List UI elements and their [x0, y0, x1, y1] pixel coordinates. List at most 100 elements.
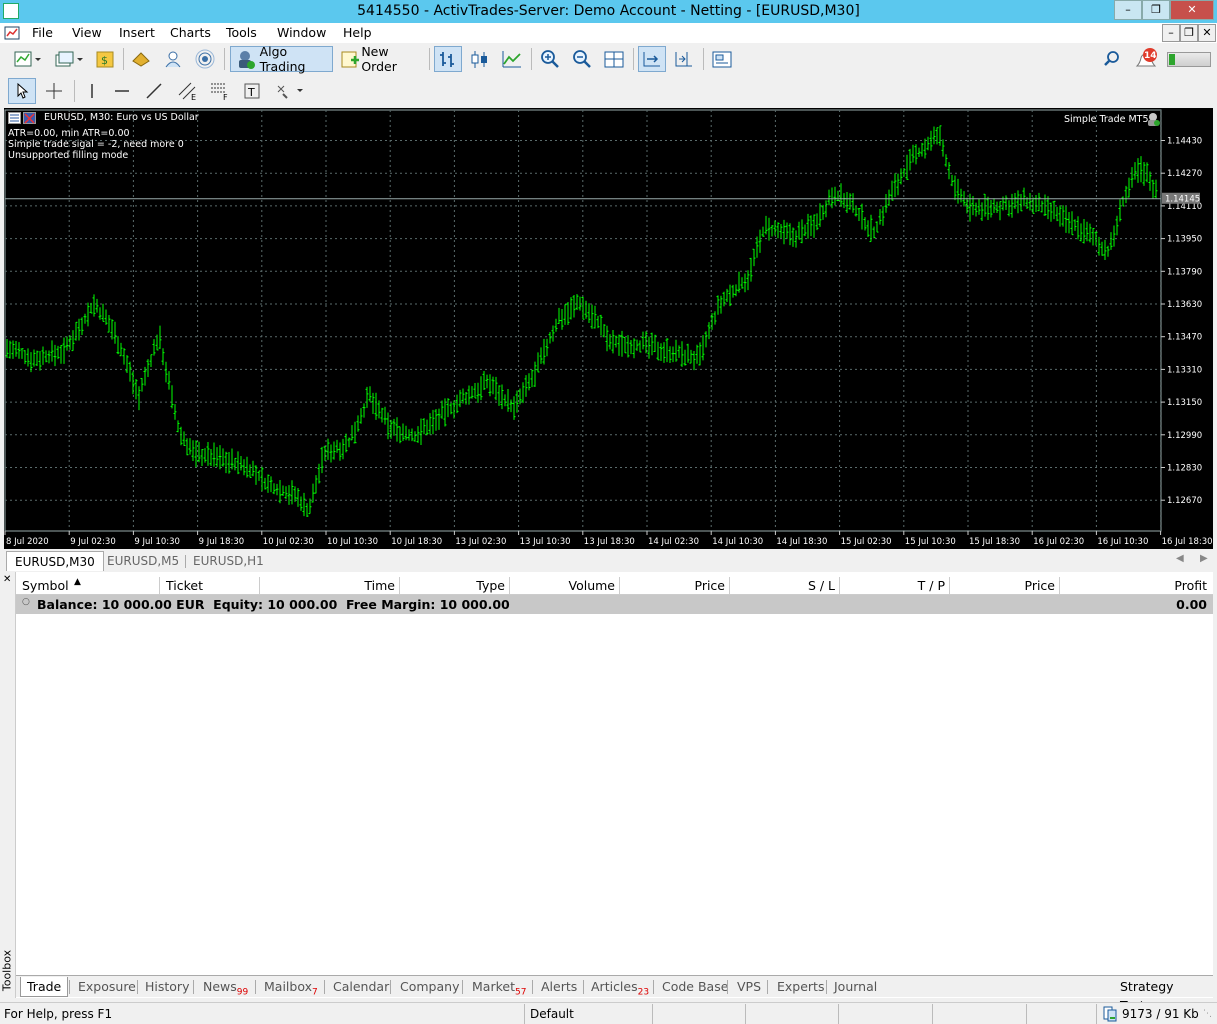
- chart-tab-eurusd-h1[interactable]: EURUSD,H1: [185, 551, 272, 571]
- new-order-button[interactable]: New Order: [336, 44, 424, 74]
- child-minimize-button[interactable]: –: [1162, 24, 1180, 42]
- connection-status-icon[interactable]: [1102, 1006, 1118, 1022]
- window-title: 5414550 - ActivTrades-Server: Demo Accou…: [357, 3, 860, 19]
- menu-help[interactable]: Help: [343, 25, 372, 40]
- zoom-out-button[interactable]: [568, 46, 596, 72]
- col-take-profit[interactable]: T / P: [918, 578, 945, 595]
- trend-line-tool[interactable]: [142, 78, 166, 104]
- signals-button[interactable]: [192, 46, 218, 72]
- tab-trade[interactable]: Trade: [20, 977, 69, 997]
- col-price[interactable]: Price: [695, 578, 726, 595]
- menu-tools[interactable]: Tools: [226, 25, 257, 40]
- line-chart-icon: [502, 51, 521, 68]
- chart-shift-button[interactable]: [670, 46, 698, 72]
- col-ticket[interactable]: Ticket: [166, 578, 203, 595]
- vertical-line-tool[interactable]: [80, 78, 104, 104]
- tab-label: VPS: [737, 979, 762, 994]
- close-button[interactable]: ✕: [1170, 0, 1214, 20]
- tab-journal[interactable]: Journal: [834, 977, 877, 997]
- text-tool[interactable]: T: [240, 78, 264, 104]
- column-separator: [509, 577, 510, 595]
- zoom-in-button[interactable]: [536, 46, 564, 72]
- cursor-tool[interactable]: [8, 78, 36, 104]
- line-chart-button[interactable]: [498, 46, 526, 72]
- market-watch-button[interactable]: $: [92, 46, 118, 72]
- tab-separator: [255, 980, 256, 994]
- navigator-button[interactable]: [160, 46, 186, 72]
- balance-row[interactable]: ○ Balance: 10 000.00 EUR Equity: 10 000.…: [16, 595, 1213, 614]
- auto-scroll-button[interactable]: [638, 46, 666, 72]
- child-restore-button[interactable]: ❐: [1180, 24, 1198, 42]
- trade-panel: Symbol ▲ Ticket Time Type Volume Price S…: [16, 572, 1213, 998]
- minimize-button[interactable]: –: [1114, 0, 1142, 20]
- crosshair-tool[interactable]: [40, 78, 68, 104]
- col-stop-loss[interactable]: S / L: [808, 578, 835, 595]
- strategy-tester-button[interactable]: Strategy Tester: [1120, 977, 1213, 1013]
- tabs-scroll-left-icon[interactable]: ◀: [1176, 553, 1184, 564]
- chart-tab-eurusd-m30[interactable]: EURUSD,M30: [6, 551, 104, 571]
- tab-mailbox[interactable]: Mailbox7: [264, 977, 318, 998]
- bar-chart-icon: [440, 52, 454, 67]
- time-tick-label: 16 Jul 18:30: [1162, 537, 1213, 547]
- col-profit[interactable]: Profit: [1174, 578, 1207, 595]
- child-close-button[interactable]: ✕: [1198, 24, 1216, 42]
- horizontal-line-tool[interactable]: [110, 78, 134, 104]
- collapse-icon[interactable]: ○: [22, 597, 30, 607]
- time-tick-label: 14 Jul 10:30: [712, 537, 763, 547]
- tab-market[interactable]: Market57: [472, 977, 526, 998]
- tab-vps[interactable]: VPS: [737, 977, 761, 997]
- equidistant-channel-tool[interactable]: E: [174, 78, 202, 104]
- tab-company[interactable]: Company: [400, 977, 459, 997]
- chart-tab-eurusd-m5[interactable]: EURUSD,M5: [99, 551, 187, 571]
- bar-chart-button[interactable]: [434, 46, 462, 72]
- fibonacci-tool[interactable]: F: [206, 78, 234, 104]
- tab-history[interactable]: History: [145, 977, 189, 997]
- candlestick-chart-button[interactable]: [466, 46, 494, 72]
- col-volume[interactable]: Volume: [569, 578, 616, 595]
- toolbar-separator: [703, 48, 704, 70]
- resize-grip-icon[interactable]: ⋱: [1203, 1009, 1212, 1019]
- column-separator: [399, 577, 400, 595]
- toolbar-separator: [429, 48, 430, 70]
- col-symbol[interactable]: Symbol: [22, 578, 69, 595]
- tile-windows-button[interactable]: [600, 46, 628, 72]
- data-window-button[interactable]: [128, 46, 154, 72]
- time-tick-label: 9 Jul 10:30: [134, 537, 180, 547]
- tab-exposure[interactable]: Exposure: [78, 977, 136, 997]
- search-button[interactable]: [1100, 46, 1124, 72]
- algo-trading-button[interactable]: Algo Trading: [230, 44, 333, 74]
- expert-advisor-label[interactable]: Simple Trade MT5: [1064, 114, 1149, 125]
- notifications-button[interactable]: 14: [1132, 46, 1160, 72]
- toolbox-close-icon[interactable]: ✕: [3, 574, 11, 585]
- horizontal-line-icon: [115, 90, 129, 92]
- time-tick-label: 13 Jul 10:30: [520, 537, 571, 547]
- shapes-dropdown[interactable]: [272, 78, 308, 104]
- restore-button[interactable]: ❐: [1142, 0, 1170, 20]
- menu-file[interactable]: File: [32, 25, 53, 40]
- indicator-info-3: Unsupported filling mode: [8, 150, 129, 161]
- price-chart[interactable]: 1.144301.142701.141101.139501.137901.136…: [4, 108, 1213, 549]
- tab-alerts[interactable]: Alerts: [541, 977, 577, 997]
- tab-code-base[interactable]: Code Base: [662, 977, 728, 997]
- chart-window[interactable]: 1.14430 1.14270 1.14110 1.13950 1.13790 1.136…: [4, 108, 1213, 549]
- menu-insert[interactable]: Insert: [119, 25, 155, 40]
- col-type[interactable]: Type: [476, 578, 505, 595]
- status-separator: [1026, 1004, 1027, 1024]
- menu-window[interactable]: Window: [277, 25, 326, 40]
- tab-separator: [193, 980, 194, 994]
- tab-news[interactable]: News99: [203, 977, 248, 998]
- menu-view[interactable]: View: [72, 25, 102, 40]
- tab-articles[interactable]: Articles23: [591, 977, 649, 998]
- col-current-price[interactable]: Price: [1025, 578, 1056, 595]
- templates-button[interactable]: [708, 46, 736, 72]
- tabs-scroll-right-icon[interactable]: ▶: [1200, 553, 1208, 564]
- menu-charts[interactable]: Charts: [170, 25, 211, 40]
- tab-label: Mailbox: [264, 979, 312, 994]
- tab-experts[interactable]: Experts: [777, 977, 824, 997]
- text-icon: T: [244, 83, 260, 99]
- total-profit: 0.00: [1176, 597, 1207, 612]
- tab-calendar[interactable]: Calendar: [333, 977, 389, 997]
- new-chart-button[interactable]: [8, 46, 46, 72]
- profiles-button[interactable]: [50, 46, 88, 72]
- col-time[interactable]: Time: [364, 578, 395, 595]
